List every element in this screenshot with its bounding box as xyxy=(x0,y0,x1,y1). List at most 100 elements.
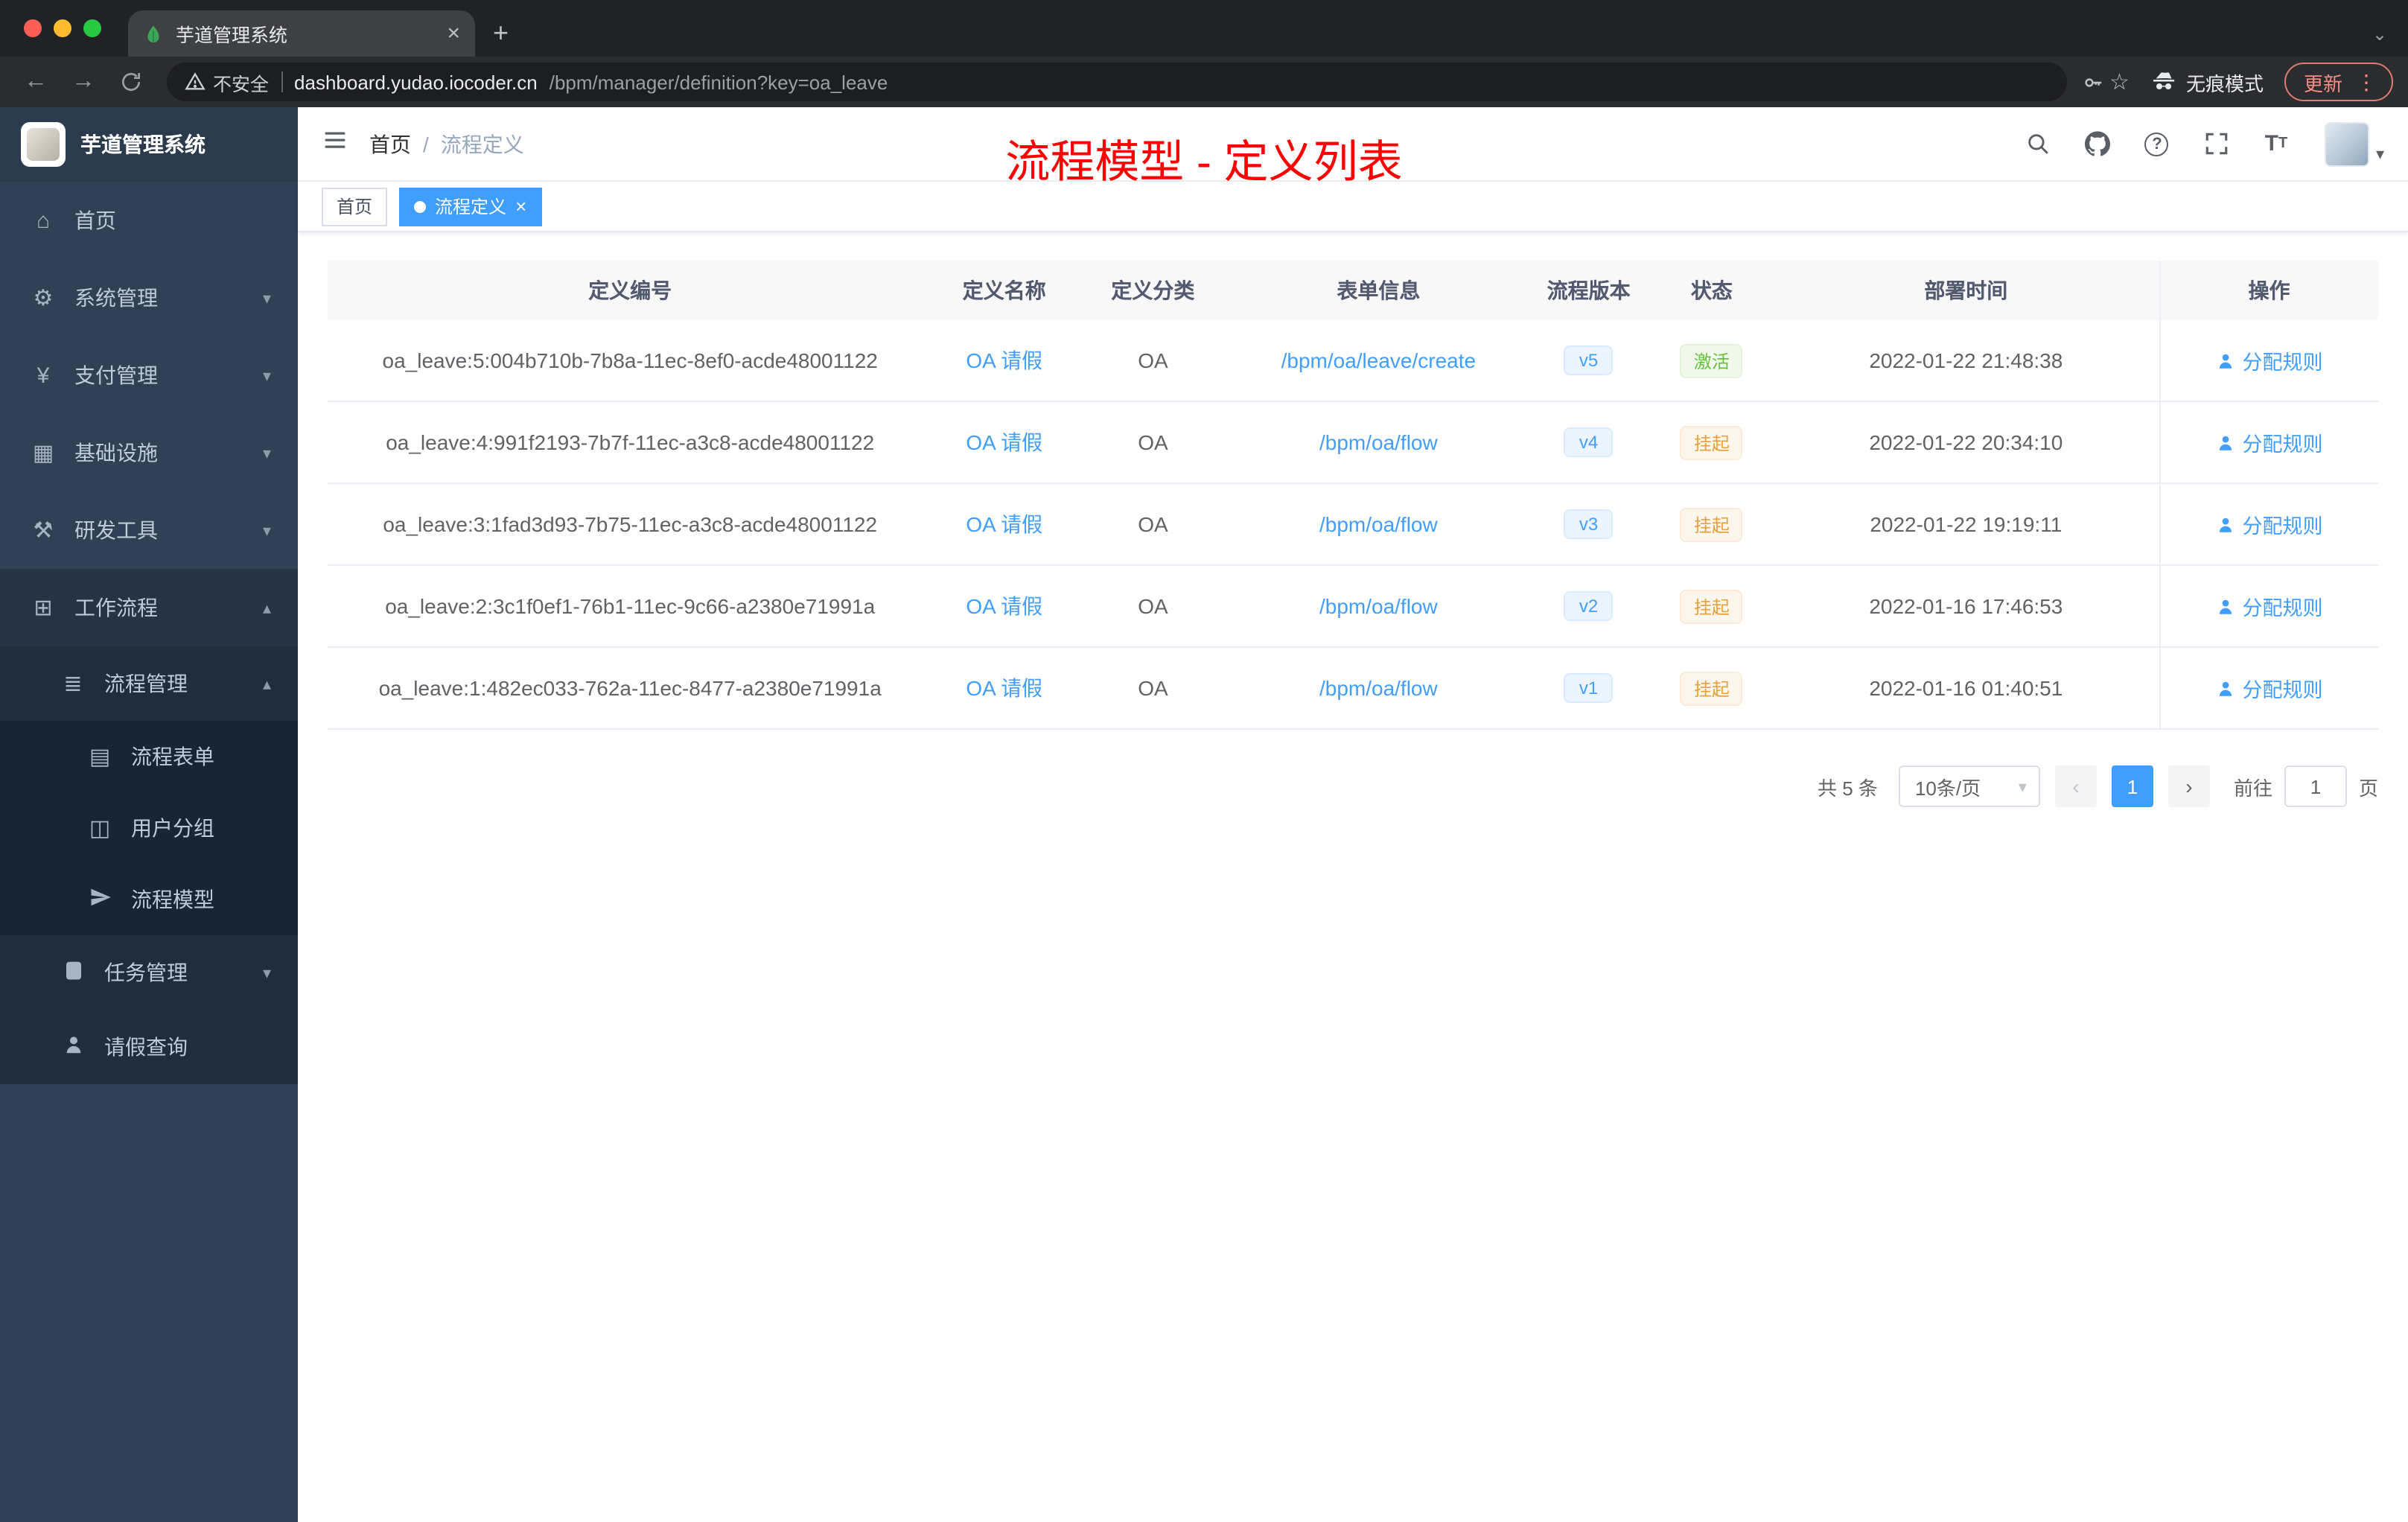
sidebar-item-workflow[interactable]: ⊞ 工作流程 ▴ xyxy=(0,569,298,646)
assign-rule-button[interactable]: 分配规则 xyxy=(2216,427,2323,457)
sidebar-item-user-group[interactable]: ◫ 用户分组 xyxy=(0,792,298,864)
deploy-time: 2022-01-16 01:40:51 xyxy=(1869,676,2063,700)
assign-rule-button[interactable]: 分配规则 xyxy=(2216,509,2323,539)
clipboard-icon xyxy=(60,958,86,987)
sidebar-item-label: 工作流程 xyxy=(74,596,158,620)
definition-name-link[interactable]: OA 请假 xyxy=(966,676,1042,700)
definition-category: OA xyxy=(1138,430,1168,454)
document-icon: ▤ xyxy=(89,745,111,770)
url-separator xyxy=(281,71,283,92)
minimize-window-button[interactable] xyxy=(54,19,71,37)
form-link[interactable]: /bpm/oa/leave/create xyxy=(1281,348,1477,372)
user-menu[interactable]: ▾ xyxy=(2325,121,2384,166)
tag-home[interactable]: 首页 xyxy=(322,187,388,226)
reload-button[interactable] xyxy=(110,61,152,103)
fullscreen-button[interactable] xyxy=(2197,124,2236,163)
definition-id: oa_leave:4:991f2193-7b7f-11ec-a3c8-acde4… xyxy=(386,430,875,454)
security-chip[interactable]: 不安全 xyxy=(185,68,269,96)
chevron-down-icon: ▾ xyxy=(2375,145,2384,163)
url-path: /bpm/manager/definition?key=oa_leave xyxy=(549,71,888,93)
person-icon xyxy=(2219,435,2232,450)
password-key-button[interactable] xyxy=(2081,71,2103,93)
form-link[interactable]: /bpm/oa/flow xyxy=(1319,676,1438,700)
tab-search-chevron-icon[interactable]: ⌄ xyxy=(2372,24,2387,45)
reload-icon xyxy=(122,73,140,91)
main-area: 首页 / 流程定义 ? T T ▾ 首页 流程定义 × 定义编号 定义名称 定义… xyxy=(298,107,2408,1522)
form-link[interactable]: /bpm/oa/flow xyxy=(1319,594,1438,618)
sidebar: 芋道管理系统 ⌂ 首页 ⚙ 系统管理 ▾ ¥ 支付管理 ▾ ▦ 基础设施 ▾ ⚒… xyxy=(0,107,298,1522)
column-header: 操作 xyxy=(2159,261,2378,320)
sidebar-item-system-management[interactable]: ⚙ 系统管理 ▾ xyxy=(0,259,298,337)
tag-label: 首页 xyxy=(337,197,373,217)
sidebar-item-task-management[interactable]: 任务管理 ▾ xyxy=(0,935,298,1010)
forward-button[interactable]: → xyxy=(63,61,104,103)
close-window-button[interactable] xyxy=(24,19,42,37)
tab-favicon xyxy=(147,25,159,42)
goto-page-input[interactable] xyxy=(2284,765,2347,807)
sidebar-item-infrastructure[interactable]: ▦ 基础设施 ▾ xyxy=(0,414,298,491)
url-host: dashboard.yudao.iocoder.cn xyxy=(294,71,538,93)
form-link[interactable]: /bpm/oa/flow xyxy=(1319,430,1438,454)
sidebar-item-process-model[interactable]: 流程模型 xyxy=(0,864,298,935)
help-button[interactable]: ? xyxy=(2138,124,2176,163)
new-tab-button[interactable]: + xyxy=(493,18,509,49)
goto-label: 前往 xyxy=(2233,777,2272,799)
page-number-current[interactable]: 1 xyxy=(2111,765,2153,807)
column-header: 定义名称 xyxy=(962,278,1046,302)
status-badge: 挂起 xyxy=(1680,589,1743,623)
definition-name-link[interactable]: OA 请假 xyxy=(966,430,1042,454)
chevron-down-icon: ▾ xyxy=(2018,778,2027,796)
deploy-time: 2022-01-22 21:48:38 xyxy=(1869,348,2063,372)
version-badge[interactable]: v1 xyxy=(1564,673,1614,703)
pagination: 共 5 条 10条/页 ▾ ‹ 1 › 前往 页 xyxy=(328,765,2378,807)
active-dot xyxy=(414,200,427,212)
maximize-window-button[interactable] xyxy=(83,19,101,37)
assign-rule-button[interactable]: 分配规则 xyxy=(2216,346,2323,375)
form-link[interactable]: /bpm/oa/flow xyxy=(1319,512,1438,536)
warning-icon xyxy=(185,72,206,90)
header-search-button[interactable] xyxy=(2019,124,2057,163)
table-header-row: 定义编号 定义名称 定义分类 表单信息 流程版本 状态 部署时间 操作 xyxy=(328,261,2378,320)
incognito-icon xyxy=(2153,72,2175,90)
person-icon xyxy=(2219,353,2232,368)
sidebar-toggle-button[interactable] xyxy=(322,127,348,161)
assign-rule-button[interactable]: 分配规则 xyxy=(2216,673,2323,703)
version-badge[interactable]: v4 xyxy=(1564,427,1614,457)
browser-tab[interactable]: 芋道管理系统 × xyxy=(128,10,475,57)
tab-close-icon[interactable]: × xyxy=(447,21,460,46)
paper-plane-icon xyxy=(90,888,110,905)
sidebar-logo[interactable]: 芋道管理系统 xyxy=(0,107,298,182)
tag-process-definition[interactable]: 流程定义 × xyxy=(399,187,542,226)
assign-rule-label: 分配规则 xyxy=(2242,679,2323,701)
definition-name-link[interactable]: OA 请假 xyxy=(966,594,1042,618)
address-bar[interactable]: 不安全 dashboard.yudao.iocoder.cn/bpm/manag… xyxy=(167,63,2067,101)
sidebar-item-leave-query[interactable]: 请假查询 xyxy=(0,1010,298,1084)
browser-update-button[interactable]: 更新 ⋮ xyxy=(2284,63,2393,101)
definition-name-link[interactable]: OA 请假 xyxy=(966,512,1042,536)
next-page-button[interactable]: › xyxy=(2167,765,2210,807)
page-size-select[interactable]: 10条/页 ▾ xyxy=(1898,765,2040,807)
assign-rule-button[interactable]: 分配规则 xyxy=(2216,591,2323,621)
version-badge[interactable]: v3 xyxy=(1564,509,1614,539)
sidebar-item-process-management[interactable]: ≣ 流程管理 ▴ xyxy=(0,646,298,721)
breadcrumb-home[interactable]: 首页 xyxy=(369,129,411,159)
github-link[interactable] xyxy=(2078,124,2117,163)
back-button[interactable]: ← xyxy=(15,61,57,103)
definition-table: 定义编号 定义名称 定义分类 表单信息 流程版本 状态 部署时间 操作 oa_l… xyxy=(328,261,2378,730)
person-icon xyxy=(66,1036,80,1053)
browser-menu-icon[interactable]: ⋮ xyxy=(2356,69,2377,95)
definition-name-link[interactable]: OA 请假 xyxy=(966,348,1042,372)
sidebar-item-dev-tools[interactable]: ⚒ 研发工具 ▾ xyxy=(0,491,298,569)
tag-close-icon[interactable]: × xyxy=(515,197,526,216)
table-row: oa_leave:1:482ec033-762a-11ec-8477-a2380… xyxy=(328,648,2378,730)
bookmark-star-button[interactable]: ☆ xyxy=(2109,69,2130,95)
avatar[interactable] xyxy=(2325,121,2370,166)
prev-page-button[interactable]: ‹ xyxy=(2054,765,2097,807)
font-size-button[interactable]: TT xyxy=(2257,124,2296,163)
workflow-submenu: ≣ 流程管理 ▴ ▤ 流程表单 ◫ 用户分组 流程模型 任务管理 ▾ 请假查询 xyxy=(0,646,298,1084)
sidebar-item-process-form[interactable]: ▤ 流程表单 xyxy=(0,721,298,792)
sidebar-item-payment-management[interactable]: ¥ 支付管理 ▾ xyxy=(0,337,298,414)
version-badge[interactable]: v5 xyxy=(1564,346,1614,375)
version-badge[interactable]: v2 xyxy=(1564,591,1614,621)
sidebar-item-home[interactable]: ⌂ 首页 xyxy=(0,182,298,259)
